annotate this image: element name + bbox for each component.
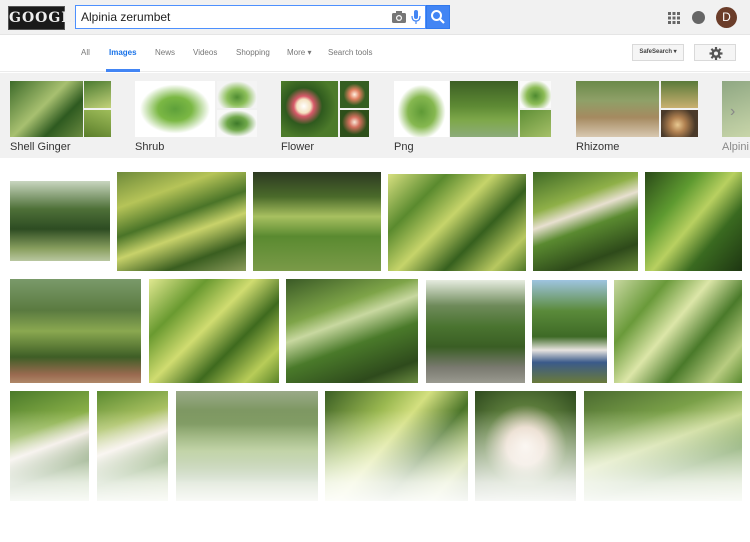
related-alpinia[interactable]: Alpini bbox=[722, 81, 750, 153]
image-result[interactable] bbox=[426, 280, 525, 383]
gear-icon bbox=[709, 47, 723, 60]
image-result[interactable] bbox=[10, 279, 141, 383]
related-image bbox=[661, 81, 698, 108]
camera-icon[interactable] bbox=[392, 11, 406, 23]
related-image bbox=[281, 81, 338, 137]
related-image bbox=[722, 81, 750, 137]
active-tab-indicator bbox=[106, 69, 140, 72]
results-fade-overlay bbox=[0, 410, 750, 542]
safesearch-button[interactable]: SafeSearch ▾ bbox=[632, 44, 684, 61]
chevron-right-icon[interactable]: › bbox=[730, 103, 735, 121]
image-result[interactable] bbox=[388, 174, 526, 271]
related-rhizome[interactable]: Rhizome bbox=[576, 81, 699, 153]
related-image bbox=[135, 81, 215, 137]
related-searches: Shell Ginger Shrub Flower Png Rhizome Al… bbox=[0, 73, 750, 158]
image-result[interactable] bbox=[532, 280, 607, 383]
avatar[interactable]: D bbox=[716, 7, 737, 28]
tab-more[interactable]: More ▾ bbox=[287, 48, 311, 57]
top-bar: GOOGLE D bbox=[0, 0, 750, 35]
image-result[interactable] bbox=[117, 172, 246, 271]
related-image bbox=[217, 81, 257, 108]
settings-button[interactable] bbox=[694, 44, 736, 61]
image-result[interactable] bbox=[533, 172, 638, 271]
related-image bbox=[217, 110, 257, 137]
tab-videos[interactable]: Videos bbox=[193, 48, 217, 57]
related-png[interactable]: Png bbox=[394, 81, 552, 153]
related-label: Rhizome bbox=[576, 141, 620, 153]
notifications-icon[interactable] bbox=[692, 11, 705, 24]
tab-news[interactable]: News bbox=[155, 48, 175, 57]
image-result[interactable] bbox=[149, 279, 279, 383]
related-label: Alpini bbox=[722, 141, 749, 153]
related-image bbox=[340, 81, 369, 108]
search-box[interactable] bbox=[75, 5, 426, 29]
related-label: Shrub bbox=[135, 141, 165, 153]
apps-grid-icon[interactable] bbox=[668, 12, 680, 24]
tab-search-tools[interactable]: Search tools bbox=[328, 48, 372, 57]
related-image bbox=[84, 81, 111, 108]
image-result[interactable] bbox=[10, 181, 110, 261]
related-image bbox=[84, 110, 111, 137]
microphone-icon[interactable] bbox=[411, 10, 421, 25]
related-shrub[interactable]: Shrub bbox=[135, 81, 258, 153]
related-image bbox=[450, 81, 518, 137]
google-logo[interactable]: GOOGLE bbox=[8, 6, 83, 30]
related-shell-ginger[interactable]: Shell Ginger bbox=[10, 81, 112, 153]
image-result[interactable] bbox=[253, 172, 381, 271]
related-label: Png bbox=[394, 141, 414, 153]
related-image bbox=[394, 81, 449, 137]
tab-images[interactable]: Images bbox=[109, 48, 137, 57]
tab-all[interactable]: All bbox=[81, 48, 90, 57]
related-image bbox=[520, 81, 551, 108]
related-image bbox=[576, 81, 659, 137]
related-image bbox=[10, 81, 83, 137]
related-image bbox=[520, 110, 551, 137]
related-flower[interactable]: Flower bbox=[281, 81, 370, 153]
related-label: Shell Ginger bbox=[10, 141, 71, 153]
related-image bbox=[340, 110, 369, 137]
image-result[interactable] bbox=[645, 172, 742, 271]
search-button[interactable] bbox=[426, 5, 450, 29]
image-result[interactable] bbox=[614, 280, 742, 383]
tab-shopping[interactable]: Shopping bbox=[236, 48, 270, 57]
search-icon bbox=[431, 10, 445, 24]
image-result[interactable] bbox=[286, 279, 418, 383]
search-input[interactable] bbox=[81, 8, 381, 26]
related-label: Flower bbox=[281, 141, 315, 153]
related-image bbox=[661, 110, 698, 137]
